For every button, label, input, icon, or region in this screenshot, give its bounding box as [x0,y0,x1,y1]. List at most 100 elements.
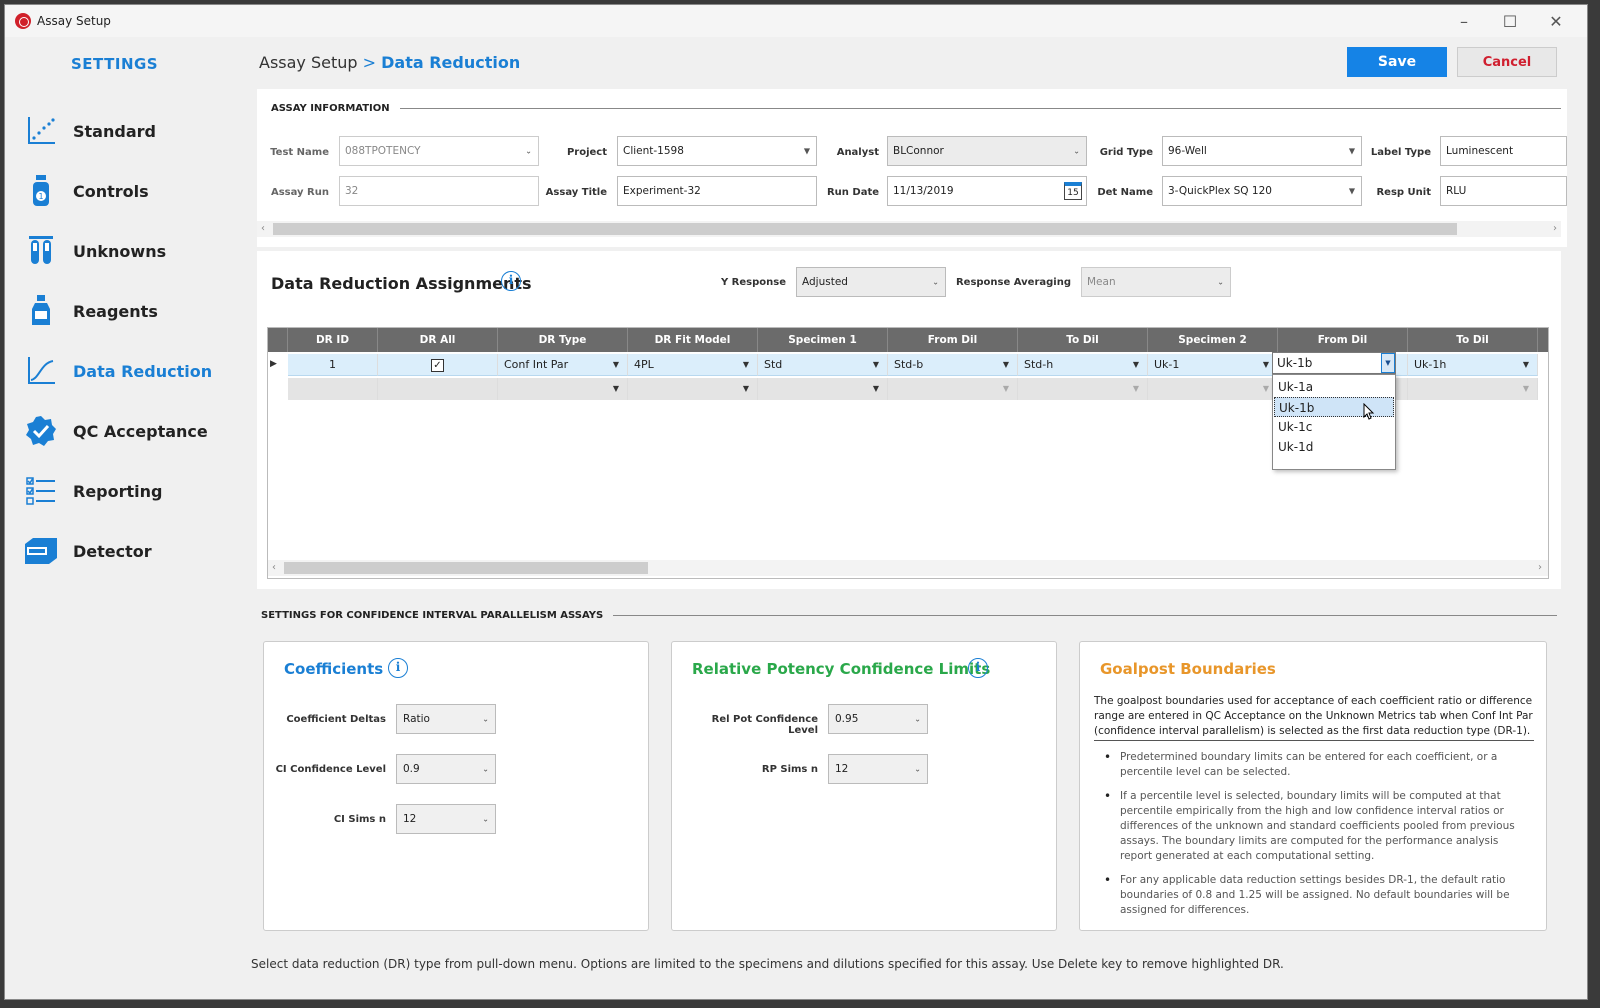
dropdown-arrow-icon: ▼ [1262,384,1269,393]
chevron-down-icon: ⌄ [932,277,939,287]
dropdown-arrow-icon: ▼ [612,360,619,369]
info-icon[interactable]: i [388,658,408,678]
coefficient-deltas-select[interactable]: Ratio ⌄ [396,704,496,734]
rp-limits-card: Relative Potency Confidence Limits i Rel… [671,641,1057,931]
project-select[interactable]: Client-1598 ▼ [617,136,817,166]
cell-new-spec2[interactable]: ▼ [1148,378,1278,400]
col-dr-type[interactable]: DR Type [498,328,628,352]
breadcrumb-root[interactable]: Assay Setup [259,53,358,72]
sidebar-item-unknowns[interactable]: Unknowns [23,231,243,271]
goalpost-title: Goalpost Boundaries [1100,660,1276,678]
cell-dr-fit-model[interactable]: 4PL ▼ [628,354,758,376]
goalpost-card: Goalpost Boundaries The goalpost boundar… [1079,641,1547,931]
col-dr-all[interactable]: DR All [378,328,498,352]
calendar-icon[interactable]: 15 [1064,182,1082,200]
close-button[interactable]: ✕ [1533,12,1579,31]
scroll-right-icon: › [1553,223,1557,234]
col-dr-id[interactable]: DR ID [288,328,378,352]
minimize-button[interactable]: – [1441,12,1487,31]
col-from-dil-2[interactable]: From Dil [1278,328,1408,352]
cell-dr-id[interactable]: 1 [288,354,378,376]
col-to-dil-2[interactable]: To Dil [1408,328,1538,352]
svg-text:1: 1 [38,192,43,201]
response-averaging-label: Response Averaging [955,277,1071,288]
label-type-field[interactable]: Luminescent [1440,136,1567,166]
cell-new-to2[interactable]: ▼ [1408,378,1538,400]
dropdown-option[interactable]: Uk-1a [1274,377,1394,397]
dropdown-arrow-icon: ▼ [1522,384,1529,393]
save-button[interactable]: Save [1347,47,1447,77]
col-specimen-1[interactable]: Specimen 1 [758,328,888,352]
grid-scrollbar[interactable]: ‹ › [268,560,1548,576]
chevron-down-icon: ⌄ [482,714,489,724]
cell-from-dil-1[interactable]: Std-b ▼ [888,354,1018,376]
list-item: For any applicable data reduction settin… [1104,873,1530,918]
sidebar-item-reagents[interactable]: Reagents [23,291,243,331]
ci-confidence-level-select[interactable]: 0.9 ⌄ [396,754,496,784]
col-specimen-2[interactable]: Specimen 2 [1148,328,1278,352]
dropdown-arrow-icon: ▼ [872,384,879,393]
ci-confidence-level-label: CI Confidence Level [275,764,386,775]
cell-new-spec1[interactable]: ▼ [758,378,888,400]
sidebar-item-detector[interactable]: Detector [23,531,243,571]
divider [1094,740,1534,741]
analyst-select[interactable]: BLConnor ⌄ [887,136,1087,166]
breadcrumb-separator: > [362,53,377,72]
cell-new-fit[interactable]: ▼ [628,378,758,400]
ci-sims-select[interactable]: 12 ⌄ [396,804,496,834]
dropdown-option[interactable]: Uk-1c [1274,417,1394,437]
grid-type-select[interactable]: 96-Well ▼ [1162,136,1362,166]
chevron-down-icon: ▼ [1348,186,1355,196]
assay-run-field[interactable]: 32 [339,176,539,206]
sidebar-item-controls[interactable]: 1 Controls [23,171,243,211]
col-to-dil-1[interactable]: To Dil [1018,328,1148,352]
test-name-select[interactable]: 088TPOTENCY ⌄ [339,136,539,166]
dr-all-checkbox[interactable]: ✓ [431,358,444,372]
cell-new-from1[interactable]: ▼ [888,378,1018,400]
cell-to-dil-2[interactable]: Uk-1h ▼ [1408,354,1538,376]
app-window: Assay Setup – ☐ ✕ SETTINGS Standard 1 Co… [4,4,1588,1000]
test-tubes-icon [23,233,59,269]
sidebar-item-data-reduction[interactable]: Data Reduction [23,351,243,391]
maximize-button[interactable]: ☐ [1487,12,1533,31]
sidebar-item-qc-acceptance[interactable]: QC Acceptance [23,411,243,451]
response-averaging-select[interactable]: Mean ⌄ [1081,267,1231,297]
dra-title: Data Reduction Assignments [271,274,532,293]
info-icon[interactable]: i [968,658,988,678]
rp-sims-select[interactable]: 12 ⌄ [828,754,928,784]
grid-type-label: Grid Type [1099,147,1153,158]
info-icon[interactable]: i [501,271,521,291]
col-from-dil-1[interactable]: From Dil [888,328,1018,352]
from-dil-2-combobox[interactable]: Uk-1b ▼ [1272,352,1396,374]
cancel-button[interactable]: Cancel [1457,47,1557,77]
cell-new-type[interactable]: ▼ [498,378,628,400]
assay-info-scrollbar[interactable]: ‹ › [257,221,1561,237]
rel-pot-level-label: Rel Pot Confidence Level [711,714,818,736]
assay-title-field[interactable]: Experiment-32 [617,176,817,206]
chevron-down-icon: ⌄ [525,146,532,156]
y-response-select[interactable]: Adjusted ⌄ [796,267,946,297]
chevron-down-icon[interactable]: ▼ [1381,353,1395,373]
col-dr-fit-model[interactable]: DR Fit Model [628,328,758,352]
cell-specimen-2[interactable]: Uk-1 ▼ [1148,354,1278,376]
coefficients-card: Coefficients i Coefficient Deltas Ratio ⌄… [263,641,649,931]
cell-new-all[interactable] [378,378,498,400]
cell-new-to1[interactable]: ▼ [1018,378,1148,400]
cell-dr-type[interactable]: Conf Int Par ▼ [498,354,628,376]
cell-specimen-1[interactable]: Std ▼ [758,354,888,376]
cell-new-id[interactable] [288,378,378,400]
rel-pot-level-select[interactable]: 0.95 ⌄ [828,704,928,734]
resp-unit-field[interactable]: RLU [1440,176,1567,206]
dropdown-option-selected[interactable]: Uk-1b [1274,397,1394,417]
sidebar-item-standard[interactable]: Standard [23,111,243,151]
run-date-field[interactable]: 11/13/2019 15 [887,176,1087,206]
cell-dr-all[interactable]: ✓ [378,354,498,376]
cell-to-dil-1[interactable]: Std-h ▼ [1018,354,1148,376]
sidebar-item-reporting[interactable]: Reporting [23,471,243,511]
det-name-label: Det Name [1097,187,1153,198]
vial-icon: 1 [23,173,59,209]
scroll-thumb [284,562,648,574]
dropdown-option[interactable]: Uk-1d [1274,437,1394,457]
det-name-select[interactable]: 3-QuickPlex SQ 120 ▼ [1162,176,1362,206]
chevron-down-icon: ▼ [803,146,810,156]
